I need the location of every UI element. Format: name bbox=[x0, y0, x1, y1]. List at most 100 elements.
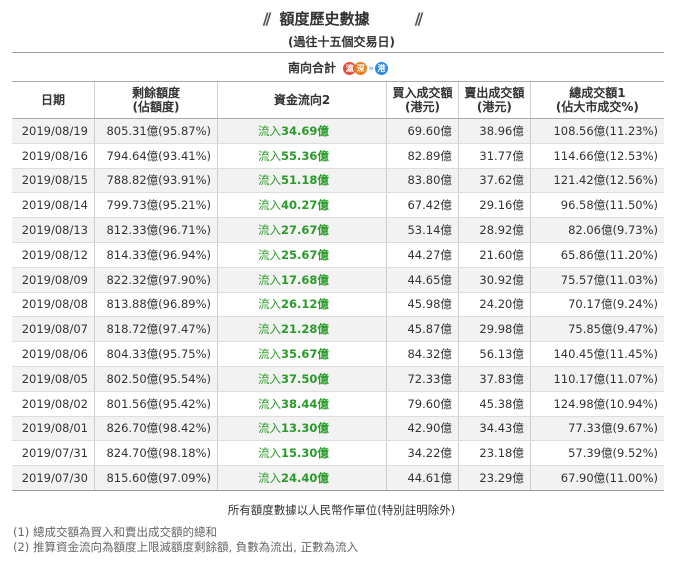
table-row: 2019/08/08 813.88億(96.89%) 流入26.12億 45.98億 2… bbox=[12, 292, 664, 318]
flow-direction: 流入 bbox=[258, 446, 281, 461]
flow-amount: 17.68億 bbox=[281, 272, 329, 287]
flow-amount: 21.28億 bbox=[281, 322, 329, 337]
cell-date: 2019/08/12 bbox=[12, 242, 95, 268]
page: // 額度歷史數據 // (過往十五個交易日) 南向合計 滬深» 港 日期 剩餘額… bbox=[0, 0, 683, 567]
market-badges: 滬深» 港 bbox=[343, 61, 389, 75]
table-row: 2019/08/05 802.50億(95.54%) 流入37.50億 72.33億 3… bbox=[12, 366, 664, 392]
cell-buy: 82.89億 bbox=[386, 143, 459, 169]
cell-remaining: 788.82億(93.91%) bbox=[94, 168, 218, 194]
cell-buy: 44.61億 bbox=[386, 465, 459, 491]
table-body: 2019/08/19 805.31億(95.87%) 流入34.69億 69.60億 3… bbox=[12, 118, 664, 491]
cell-sell: 29.16億 bbox=[458, 192, 531, 219]
cell-buy: 45.98億 bbox=[386, 292, 459, 318]
cell-buy: 79.60億 bbox=[386, 391, 459, 417]
cell-date: 2019/07/31 bbox=[12, 440, 95, 467]
cell-flow: 流入38.44億 bbox=[217, 391, 387, 417]
cell-remaining: 824.70億(98.18%) bbox=[94, 440, 218, 467]
cell-date: 2019/08/07 bbox=[12, 316, 95, 343]
flow-amount: 38.44億 bbox=[281, 396, 329, 411]
table-row: 2019/08/02 801.56億(95.42%) 流入38.44億 79.60億 4… bbox=[12, 391, 664, 417]
cell-buy: 42.90億 bbox=[386, 416, 459, 442]
cell-remaining: 826.70億(98.42%) bbox=[94, 416, 218, 442]
flow-direction: 流入 bbox=[258, 371, 281, 386]
cell-date: 2019/08/15 bbox=[12, 168, 95, 194]
page-title: 額度歷史數據 bbox=[279, 10, 370, 28]
cell-total: 75.57億(11.03%) bbox=[530, 267, 664, 293]
cell-date: 2019/08/16 bbox=[12, 143, 95, 169]
cell-remaining: 799.73億(95.21%) bbox=[94, 192, 218, 219]
flow-amount: 24.40億 bbox=[281, 471, 329, 486]
flow-direction: 流入 bbox=[258, 247, 281, 262]
flow-amount: 35.67億 bbox=[281, 347, 329, 362]
cell-flow: 流入40.27億 bbox=[217, 192, 387, 219]
cell-date: 2019/08/08 bbox=[12, 292, 95, 318]
cell-remaining: 813.88億(96.89%) bbox=[94, 292, 218, 318]
cell-sell: 30.92億 bbox=[458, 267, 531, 293]
cell-sell: 38.96億 bbox=[458, 118, 531, 144]
cell-sell: 34.43億 bbox=[458, 416, 531, 442]
cell-sell: 24.20億 bbox=[458, 292, 531, 318]
footnote-1: (1) 總成交額為買入和賣出成交額的總和 bbox=[13, 525, 217, 539]
cell-total: 57.39億(9.52%) bbox=[530, 440, 664, 467]
hongkong-badge-icon: 港 bbox=[375, 62, 389, 75]
table-row: 2019/08/12 814.33億(96.94%) 流入25.67億 44.27億 2… bbox=[12, 242, 664, 268]
cell-total: 82.06億(9.73%) bbox=[530, 217, 664, 243]
cell-total: 121.42億(12.56%) bbox=[530, 168, 664, 194]
cell-flow: 流入35.67億 bbox=[217, 341, 387, 367]
cell-date: 2019/08/14 bbox=[12, 192, 95, 219]
cell-remaining: 814.33億(96.94%) bbox=[94, 242, 218, 268]
cell-flow: 流入37.50億 bbox=[217, 366, 387, 392]
cell-sell: 31.77億 bbox=[458, 143, 531, 169]
cell-sell: 21.60億 bbox=[458, 242, 531, 268]
cell-remaining: 794.64億(93.41%) bbox=[94, 143, 218, 169]
cell-remaining: 812.33億(96.71%) bbox=[94, 217, 218, 243]
group-header: 南向合計 滬深» 港 bbox=[12, 52, 664, 82]
flow-amount: 51.18億 bbox=[281, 173, 329, 188]
flow-direction: 流入 bbox=[258, 421, 281, 436]
cell-date: 2019/08/02 bbox=[12, 391, 95, 417]
col-buy: 買入成交額 (港元) bbox=[386, 81, 459, 119]
cell-total: 124.98億(10.94%) bbox=[530, 391, 664, 417]
flow-amount: 37.50億 bbox=[281, 371, 329, 386]
cell-flow: 流入27.67億 bbox=[217, 217, 387, 243]
cell-total: 140.45億(11.45%) bbox=[530, 341, 664, 367]
table-row: 2019/07/30 815.60億(97.09%) 流入24.40億 44.61億 2… bbox=[12, 465, 664, 491]
arrow-icon: » bbox=[368, 63, 375, 74]
col-flow: 資金流向2 bbox=[217, 81, 387, 119]
page-subtitle: (過往十五個交易日) bbox=[288, 35, 395, 49]
flow-direction: 流入 bbox=[258, 198, 281, 213]
flow-amount: 27.67億 bbox=[281, 223, 329, 238]
cell-date: 2019/08/13 bbox=[12, 217, 95, 243]
title-row: // 額度歷史數據 // bbox=[0, 8, 683, 34]
cell-buy: 84.32億 bbox=[386, 341, 459, 367]
col-date: 日期 bbox=[12, 81, 95, 119]
cell-sell: 28.92億 bbox=[458, 217, 531, 243]
col-remaining: 剩餘額度 (佔額度) bbox=[94, 81, 218, 119]
cell-sell: 45.38億 bbox=[458, 391, 531, 417]
column-header-row: 日期 剩餘額度 (佔額度) 資金流向2 買入成交額 (港元) 賣出成交額 (港元) 總… bbox=[12, 81, 664, 119]
cell-remaining: 801.56億(95.42%) bbox=[94, 391, 218, 417]
cell-sell: 37.83億 bbox=[458, 366, 531, 392]
cell-sell: 29.98億 bbox=[458, 316, 531, 343]
cell-buy: 69.60億 bbox=[386, 118, 459, 144]
table-row: 2019/08/06 804.33億(95.75%) 流入35.67億 84.32億 5… bbox=[12, 341, 664, 367]
cell-sell: 23.29億 bbox=[458, 465, 531, 491]
flow-amount: 34.69億 bbox=[281, 123, 329, 138]
flow-amount: 15.30億 bbox=[281, 446, 329, 461]
cell-total: 75.85億(9.47%) bbox=[530, 316, 664, 343]
col-sell: 賣出成交額 (港元) bbox=[458, 81, 531, 119]
cell-date: 2019/08/19 bbox=[12, 118, 95, 144]
cell-flow: 流入17.68億 bbox=[217, 267, 387, 293]
group-header-row: 南向合計 滬深» 港 bbox=[12, 52, 664, 82]
table-row: 2019/08/19 805.31億(95.87%) 流入34.69億 69.60億 3… bbox=[12, 118, 664, 144]
flow-direction: 流入 bbox=[258, 223, 281, 238]
flow-direction: 流入 bbox=[258, 322, 281, 337]
flow-direction: 流入 bbox=[258, 297, 281, 312]
cell-remaining: 805.31億(95.87%) bbox=[94, 118, 218, 144]
slash-decoration-icon: // bbox=[262, 9, 272, 28]
cell-total: 77.33億(9.67%) bbox=[530, 416, 664, 442]
cell-flow: 流入15.30億 bbox=[217, 440, 387, 467]
cell-buy: 45.87億 bbox=[386, 316, 459, 343]
table-row: 2019/08/13 812.33億(96.71%) 流入27.67億 53.14億 2… bbox=[12, 217, 664, 243]
cell-buy: 34.22億 bbox=[386, 440, 459, 467]
